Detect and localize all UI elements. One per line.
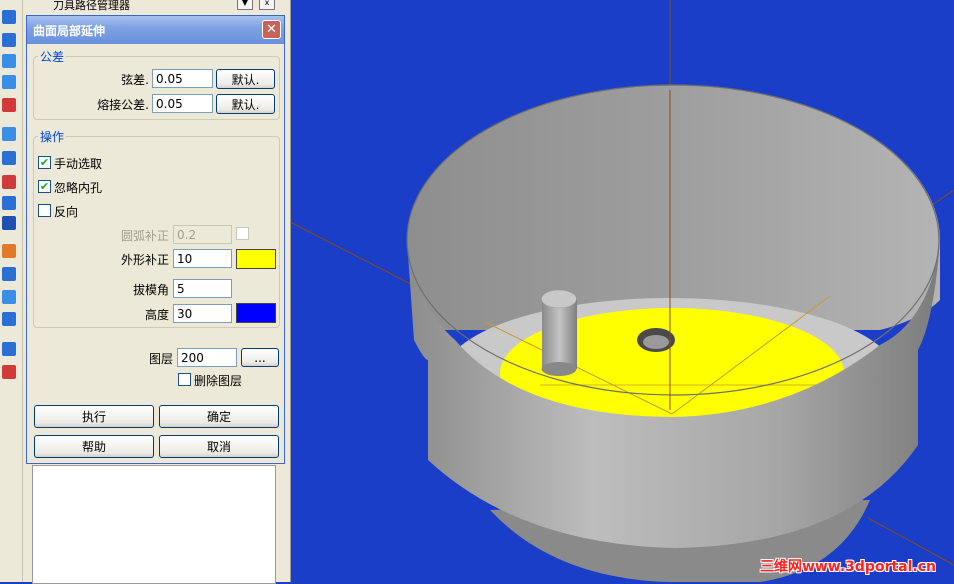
manual-select-label: 手动选取 [54, 157, 103, 171]
ok-button[interactable]: 确定 [159, 405, 279, 428]
toolbar-icon-12[interactable] [2, 267, 16, 281]
outline-comp-input[interactable] [173, 249, 232, 268]
draft-angle-input[interactable] [173, 279, 232, 298]
watermark-cn: 三维网 [759, 559, 802, 575]
toolbar-icon-9[interactable] [2, 196, 16, 210]
weld-input[interactable] [152, 94, 213, 113]
reverse-label: 反向 [54, 205, 79, 219]
delete-layer-checkbox[interactable] [178, 373, 191, 386]
layer-input[interactable] [177, 348, 237, 367]
chord-label: 弦差. [121, 73, 149, 87]
execute-button[interactable]: 执行 [34, 405, 154, 428]
height-color-swatch[interactable] [236, 303, 276, 323]
ignore-holes-label: 忽略内孔 [54, 181, 103, 195]
cancel-button[interactable]: 取消 [159, 435, 279, 458]
panel-close-button[interactable]: x [259, 0, 275, 10]
dialog-title: 曲面局部延伸 [33, 24, 106, 38]
watermark-url: www.3dportal.cn [801, 559, 936, 575]
outline-comp-label: 外形补正 [120, 253, 169, 267]
toolbar-icon-1[interactable] [2, 10, 16, 24]
toolpath-tree-area[interactable] [32, 465, 276, 584]
arc-comp-checkbox[interactable] [236, 227, 249, 240]
reverse-checkbox[interactable] [38, 204, 51, 217]
height-label: 高度 [144, 308, 169, 322]
toolbar-icon-8[interactable] [2, 175, 16, 189]
weld-label: 熔接公差. [97, 98, 149, 112]
manual-select-checkbox[interactable]: ✔ [38, 156, 51, 169]
toolbar-icon-14[interactable] [2, 312, 16, 326]
help-button[interactable]: 帮助 [34, 435, 154, 458]
dialog-titlebar[interactable]: 曲面局部延伸 ✕ [27, 16, 284, 44]
toolbar-icon-15[interactable] [2, 342, 16, 356]
toolbar-icon-6[interactable] [2, 127, 16, 141]
panel-dropdown-button[interactable]: ▼ [237, 0, 253, 10]
toolbar-icon-2[interactable] [2, 33, 16, 47]
layer-browse-button[interactable]: ... [241, 348, 279, 367]
surface-extend-dialog: 曲面局部延伸 ✕ 公差 弦差. 默认. 熔接公差. 默认. 操作 ✔ 手动选取 … [26, 15, 285, 464]
arc-comp-label: 圆弧补正 [120, 229, 169, 243]
weld-default-button[interactable]: 默认. [216, 94, 275, 114]
close-button[interactable]: ✕ [262, 20, 281, 39]
ignore-holes-checkbox[interactable]: ✔ [38, 180, 51, 193]
toolbar-icon-4[interactable] [2, 75, 16, 89]
toolbar-icon-10[interactable] [2, 216, 16, 230]
height-input[interactable] [173, 304, 232, 323]
watermark: 三维网www.3dportal.cn [760, 556, 936, 576]
toolpath-manager-title: 刀具路径管理器 [53, 0, 130, 12]
toolbar-icon-13[interactable] [2, 290, 16, 304]
operation-legend: 操作 [40, 130, 65, 144]
arc-comp-input[interactable] [173, 225, 232, 244]
chord-default-button[interactable]: 默认. [216, 69, 275, 89]
delete-layer-label: 删除图层 [194, 374, 243, 388]
toolbar-icon-16[interactable] [2, 365, 16, 379]
left-toolbar [0, 0, 23, 582]
pin-cylinder [541, 289, 577, 376]
toolbar-icon-7[interactable] [2, 151, 16, 165]
toolbar-icon-3[interactable] [2, 54, 16, 68]
chord-input[interactable] [152, 69, 213, 88]
draft-angle-label: 拔模角 [132, 283, 169, 297]
tolerance-legend: 公差 [40, 50, 65, 64]
outline-color-swatch[interactable] [236, 249, 276, 269]
toolbar-icon-5[interactable] [2, 98, 16, 112]
toolbar-icon-11[interactable] [2, 244, 16, 258]
layer-label: 图层 [148, 352, 173, 366]
